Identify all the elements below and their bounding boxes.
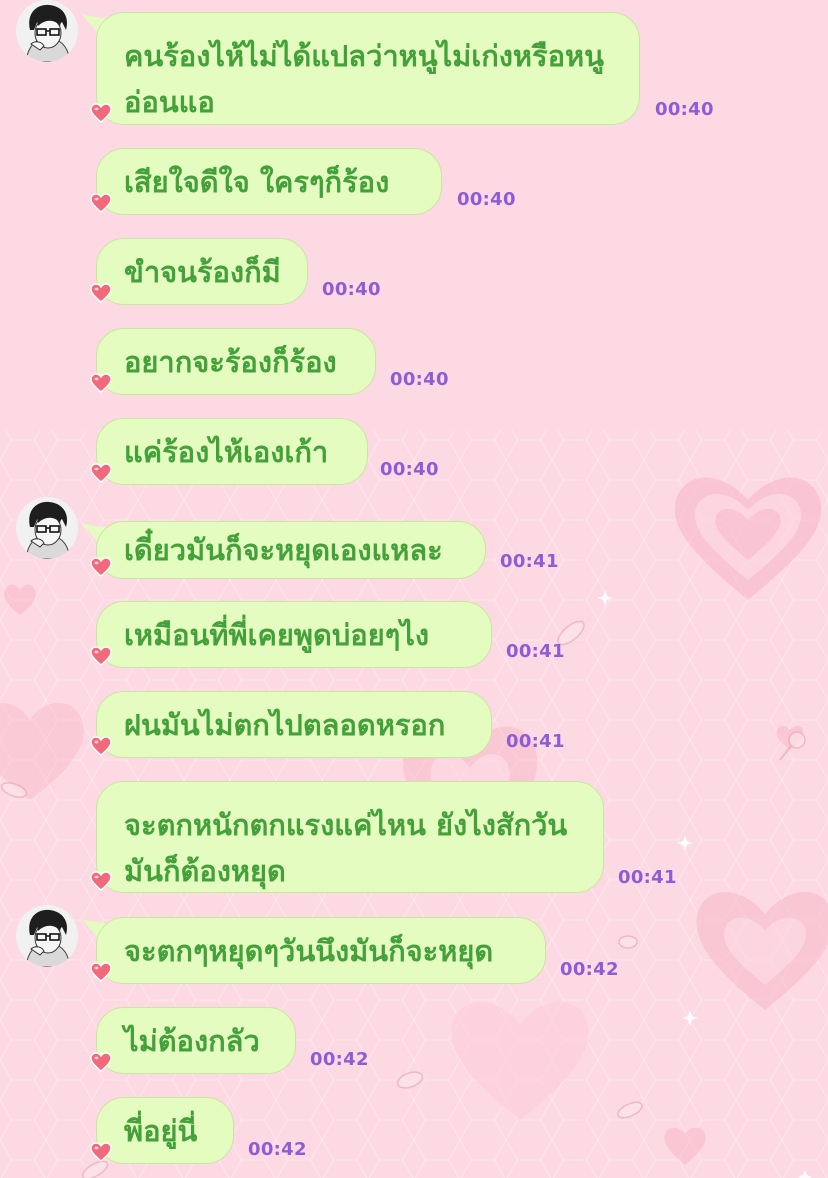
message-timestamp: 00:41 <box>506 731 565 752</box>
message-timestamp: 00:41 <box>500 551 559 572</box>
avatar[interactable] <box>16 497 78 559</box>
heart-icon[interactable] <box>90 871 112 891</box>
message-text: จะตกๆหยุดๆวันนึงมันก็จะหยุด <box>124 933 494 968</box>
message-bubble[interactable]: จะตกหนักตกแรงแค่ไหน ยังไงสักวันมันก็ต้อง… <box>96 781 604 893</box>
message-text: ขำจนร้องก็มี <box>124 254 281 289</box>
message-timestamp: 00:40 <box>390 369 449 390</box>
message-bubble[interactable]: ฝนมันไม่ตกไปตลอดหรอก <box>96 691 492 758</box>
heart-icon[interactable] <box>90 1142 112 1162</box>
message-bubble[interactable]: อยากจะร้องก็ร้อง <box>96 328 376 395</box>
message-text: จะตกหนักตกแรงแค่ไหน ยังไงสักวันมันก็ต้อง… <box>124 808 568 888</box>
message-bubble[interactable]: เสียใจดีใจ ใครๆก็ร้อง <box>96 148 442 215</box>
chat-screen: คนร้องไห้ไม่ได้แปลว่าหนูไม่เก่งหรือหนูอ่… <box>0 0 828 1178</box>
heart-icon[interactable] <box>90 646 112 666</box>
message-timestamp: 00:40 <box>457 189 516 210</box>
heart-icon[interactable] <box>90 557 112 577</box>
message-text: เดี๋ยวมันก็จะหยุดเองแหละ <box>124 533 443 567</box>
message-bubble[interactable]: จะตกๆหยุดๆวันนึงมันก็จะหยุด <box>96 917 546 984</box>
message-timestamp: 00:40 <box>380 459 439 480</box>
heart-icon[interactable] <box>90 193 112 213</box>
message-timestamp: 00:40 <box>322 279 381 300</box>
message-timestamp: 00:40 <box>655 99 714 120</box>
message-list[interactable]: คนร้องไห้ไม่ได้แปลว่าหนูไม่เก่งหรือหนูอ่… <box>0 0 828 1178</box>
message-text: เหมือนที่พี่เคยพูดบ่อยๆไง <box>124 617 430 652</box>
message-text: อยากจะร้องก็ร้อง <box>124 344 337 379</box>
heart-icon[interactable] <box>90 962 112 982</box>
message-timestamp: 00:42 <box>560 959 619 980</box>
message-text: ฝนมันไม่ตกไปตลอดหรอก <box>124 707 446 742</box>
heart-icon[interactable] <box>90 283 112 303</box>
message-bubble[interactable]: ไม่ต้องกลัว <box>96 1007 296 1074</box>
message-timestamp: 00:41 <box>618 867 677 888</box>
message-text: คนร้องไห้ไม่ได้แปลว่าหนูไม่เก่งหรือหนูอ่… <box>124 39 604 119</box>
message-text: แค่ร้องไห้เองเก้า <box>124 434 329 469</box>
heart-icon[interactable] <box>90 1052 112 1072</box>
message-text: เสียใจดีใจ ใครๆก็ร้อง <box>124 164 390 199</box>
message-text: พี่อยู่นี่ <box>124 1113 198 1148</box>
message-bubble[interactable]: แค่ร้องไห้เองเก้า <box>96 418 368 485</box>
message-bubble[interactable]: เดี๋ยวมันก็จะหยุดเองแหละ <box>96 521 486 579</box>
heart-icon[interactable] <box>90 103 112 123</box>
heart-icon[interactable] <box>90 736 112 756</box>
message-timestamp: 00:41 <box>506 641 565 662</box>
message-bubble[interactable]: พี่อยู่นี่ <box>96 1097 234 1164</box>
message-text: ไม่ต้องกลัว <box>124 1023 260 1058</box>
message-bubble[interactable]: ขำจนร้องก็มี <box>96 238 308 305</box>
message-timestamp: 00:42 <box>248 1139 307 1160</box>
heart-icon[interactable] <box>90 373 112 393</box>
heart-icon[interactable] <box>90 463 112 483</box>
message-timestamp: 00:42 <box>310 1049 369 1070</box>
message-bubble[interactable]: คนร้องไห้ไม่ได้แปลว่าหนูไม่เก่งหรือหนูอ่… <box>96 12 640 125</box>
avatar[interactable] <box>16 0 78 62</box>
message-bubble[interactable]: เหมือนที่พี่เคยพูดบ่อยๆไง <box>96 601 492 668</box>
avatar[interactable] <box>16 905 78 967</box>
